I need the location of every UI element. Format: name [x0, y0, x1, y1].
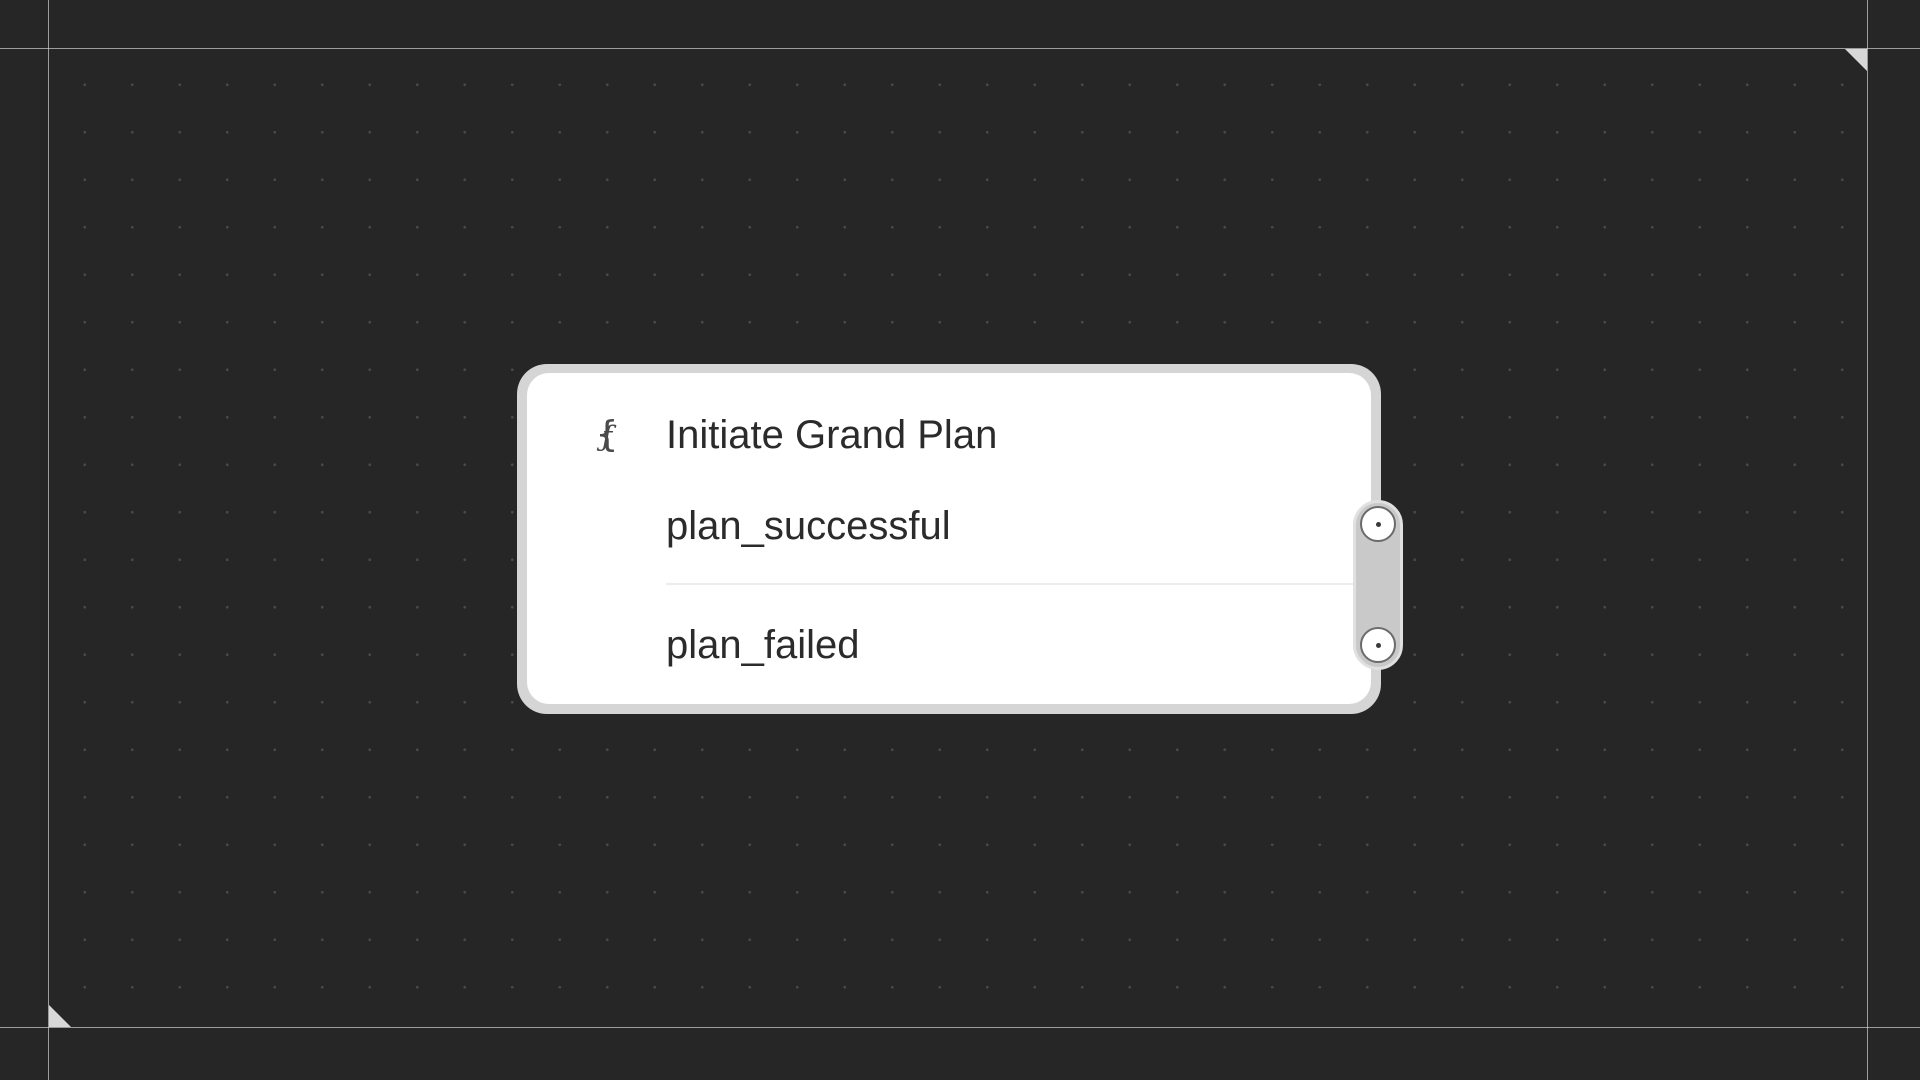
output-label-plan-successful: plan_successful [666, 504, 951, 548]
function-node[interactable]: { ƒ Initiate Grand Plan plan_successful … [517, 364, 1381, 714]
function-braces-icon: { ƒ [582, 411, 632, 457]
function-node-body: { ƒ Initiate Grand Plan plan_successful … [527, 373, 1371, 704]
node-title: Initiate Grand Plan [666, 413, 998, 457]
output-divider [666, 583, 1366, 585]
guide-line-bottom [0, 1027, 1920, 1028]
guide-line-right [1867, 0, 1868, 1080]
flow-editor: { ƒ Initiate Grand Plan plan_successful … [0, 0, 1920, 1080]
output-label-plan-failed: plan_failed [666, 623, 860, 667]
output-port-plan-successful[interactable] [1360, 506, 1396, 542]
output-port-plan-failed[interactable] [1360, 627, 1396, 663]
